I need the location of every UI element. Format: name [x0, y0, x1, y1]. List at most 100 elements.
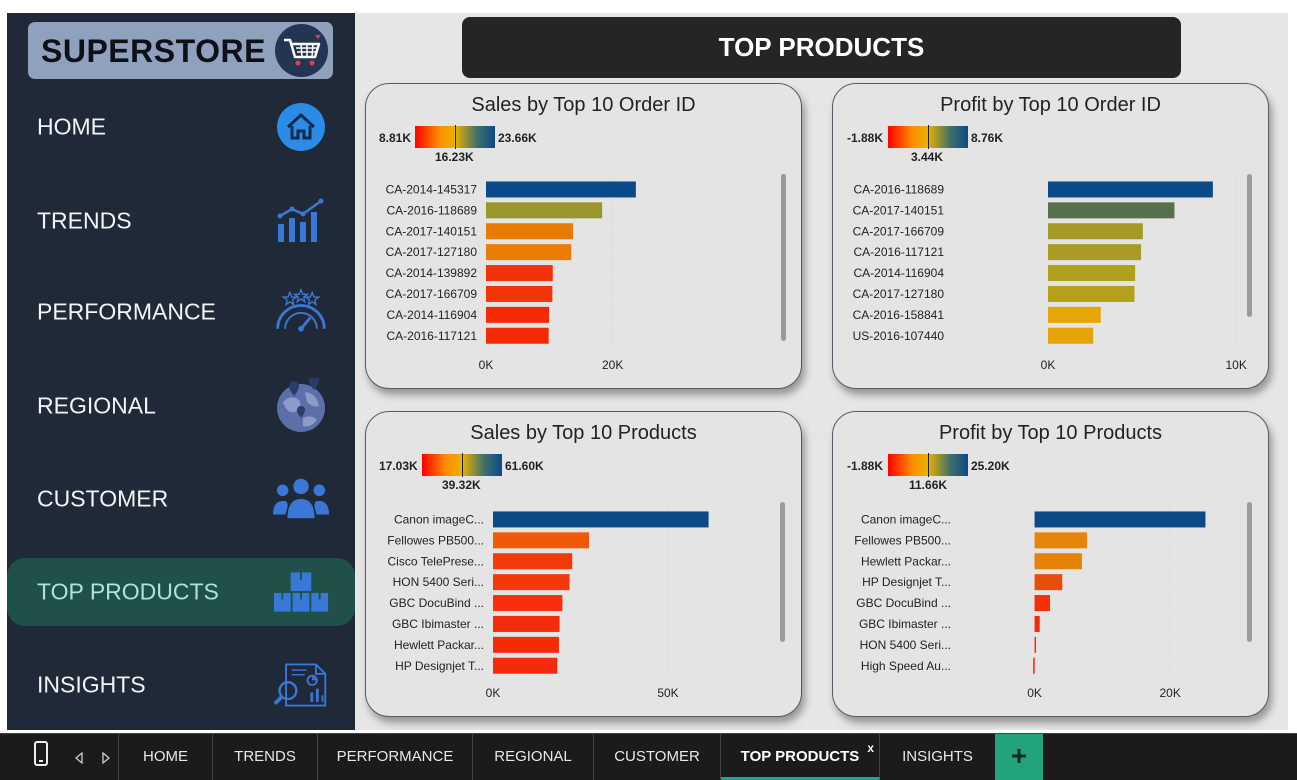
shopping-cart-icon	[275, 24, 328, 77]
category-label: CA-2016-118689	[386, 203, 477, 217]
bar[interactable]	[1034, 574, 1063, 591]
home-icon	[273, 99, 329, 155]
bar[interactable]	[493, 595, 563, 612]
chart-card-profit-order[interactable]: Profit by Top 10 Order ID -1.88K 8.76K 3…	[832, 83, 1269, 389]
nav-item-customer[interactable]: CUSTOMER	[7, 465, 355, 533]
bar[interactable]	[493, 532, 590, 549]
chart-card-profit-products[interactable]: Profit by Top 10 Products -1.88K 25.20K …	[832, 411, 1269, 717]
category-label: Cisco TelePrese...	[388, 554, 485, 568]
bar-chart: CA-2014-145317 CA-2016-118689 CA-2017-1401…	[386, 175, 636, 372]
category-label: US-2016-107440	[853, 329, 945, 343]
category-label: CA-2017-140151	[386, 224, 478, 238]
category-label: GBC Ibimaster ...	[392, 617, 484, 631]
nav-item-label: CUSTOMER	[37, 485, 169, 512]
bar[interactable]	[1034, 511, 1206, 528]
bar[interactable]	[1034, 615, 1040, 632]
bar[interactable]	[493, 574, 570, 591]
category-label: GBC Ibimaster ...	[859, 617, 951, 631]
chart-scrollbar[interactable]	[781, 174, 786, 341]
nav-item-home[interactable]: HOME	[7, 93, 355, 161]
triangle-left-icon[interactable]	[74, 751, 83, 769]
bar[interactable]	[486, 265, 553, 282]
chart-scrollbar[interactable]	[1247, 502, 1252, 642]
tick-label: 0K	[479, 358, 494, 372]
bar[interactable]	[1048, 244, 1142, 261]
bar[interactable]	[493, 615, 560, 632]
phone-icon[interactable]	[33, 741, 49, 772]
bar[interactable]	[486, 223, 574, 240]
speedometer-stars-icon	[273, 284, 329, 340]
bar[interactable]	[493, 657, 558, 674]
bar[interactable]	[1048, 327, 1094, 344]
category-label: HP Designjet T...	[395, 659, 484, 673]
tab-trends[interactable]: TRENDS	[213, 734, 318, 780]
bar[interactable]	[1034, 532, 1088, 549]
nav-item-label: HOME	[37, 113, 106, 140]
bar[interactable]	[1048, 223, 1143, 240]
tab-regional[interactable]: REGIONAL	[473, 734, 594, 780]
chart-card-sales-products[interactable]: Sales by Top 10 Products 17.03K 61.60K 3…	[365, 411, 802, 717]
bar-chart: Canon imageC... Fellowes PB500... Cisco Te…	[387, 505, 709, 700]
nav-item-regional[interactable]: REGIONAL	[7, 372, 355, 440]
category-label: CA-2014-116904	[386, 308, 477, 322]
chart-card-sales-order[interactable]: Sales by Top 10 Order ID 8.81K 23.66K 16…	[365, 83, 802, 389]
bar[interactable]	[1033, 657, 1035, 674]
globe-pins-icon	[273, 378, 329, 434]
category-label: Canon imageC...	[861, 512, 951, 526]
tab-top-products[interactable]: TOP PRODUCTS x	[721, 734, 880, 780]
nav-item-performance[interactable]: PERFORMANCE	[7, 278, 355, 346]
bar[interactable]	[486, 244, 572, 261]
page-tab-bar: HOME TRENDS PERFORMANCE REGIONAL CUSTOME…	[0, 733, 1297, 780]
category-label: Fellowes PB500...	[854, 533, 951, 547]
bar[interactable]	[486, 181, 636, 198]
category-label: Fellowes PB500...	[387, 533, 484, 547]
category-label: High Speed Au...	[861, 659, 951, 673]
tab-insights[interactable]: INSIGHTS	[880, 734, 995, 780]
bar[interactable]	[486, 202, 603, 219]
chart-scrollbar[interactable]	[780, 502, 785, 642]
nav-item-label: TOP PRODUCTS	[37, 578, 219, 605]
tab-home[interactable]: HOME	[119, 734, 213, 780]
tab-customer[interactable]: CUSTOMER	[594, 734, 721, 780]
bar[interactable]	[1034, 595, 1051, 612]
nav-item-label: TRENDS	[37, 207, 132, 234]
nav-item-trends[interactable]: TRENDS	[7, 187, 355, 255]
tick-label: 20K	[602, 358, 623, 372]
bar[interactable]	[486, 327, 549, 344]
category-label: Hewlett Packar...	[394, 638, 484, 652]
bar[interactable]	[1048, 181, 1213, 198]
category-label: GBC DocuBind ...	[389, 596, 484, 610]
category-label: CA-2017-166709	[853, 224, 945, 238]
nav-item-insights[interactable]: INSIGHTS	[7, 651, 355, 719]
category-label: HON 5400 Seri...	[393, 575, 484, 589]
nav-item-top-products[interactable]: TOP PRODUCTS	[7, 558, 355, 626]
tick-label: 10K	[1226, 358, 1247, 372]
tab-label: TOP PRODUCTS	[740, 748, 860, 765]
dashboard-app: SUPERSTORE HOME TRENDS PERFORMANCE REGIO…	[0, 0, 1297, 780]
brand-name: SUPERSTORE	[41, 33, 266, 69]
bar-chart: Canon imageC... Fellowes PB500... Hewlett …	[854, 505, 1206, 700]
tab-performance[interactable]: PERFORMANCE	[318, 734, 473, 780]
bar[interactable]	[493, 511, 709, 528]
bar[interactable]	[1048, 202, 1175, 219]
bar[interactable]	[486, 306, 550, 323]
category-label: CA-2014-139892	[386, 266, 478, 280]
bar[interactable]	[1034, 553, 1082, 570]
tick-label: 0K	[1041, 358, 1056, 372]
bar-trend-icon	[273, 193, 329, 249]
nav-item-label: INSIGHTS	[37, 671, 146, 698]
bar[interactable]	[1034, 636, 1037, 653]
bar[interactable]	[1048, 265, 1136, 282]
close-icon[interactable]: x	[867, 725, 874, 771]
category-label: HP Designjet T...	[862, 575, 951, 589]
bar[interactable]	[493, 553, 573, 570]
bar[interactable]	[1048, 306, 1101, 323]
triangle-right-icon[interactable]	[102, 751, 111, 769]
bar[interactable]	[1048, 285, 1135, 302]
bar[interactable]	[493, 636, 559, 653]
sidebar: SUPERSTORE HOME TRENDS PERFORMANCE REGIO…	[7, 13, 355, 730]
category-label: CA-2017-127180	[386, 245, 478, 259]
add-page-button[interactable]: +	[995, 734, 1043, 780]
chart-scrollbar[interactable]	[1247, 174, 1252, 317]
bar[interactable]	[486, 285, 553, 302]
